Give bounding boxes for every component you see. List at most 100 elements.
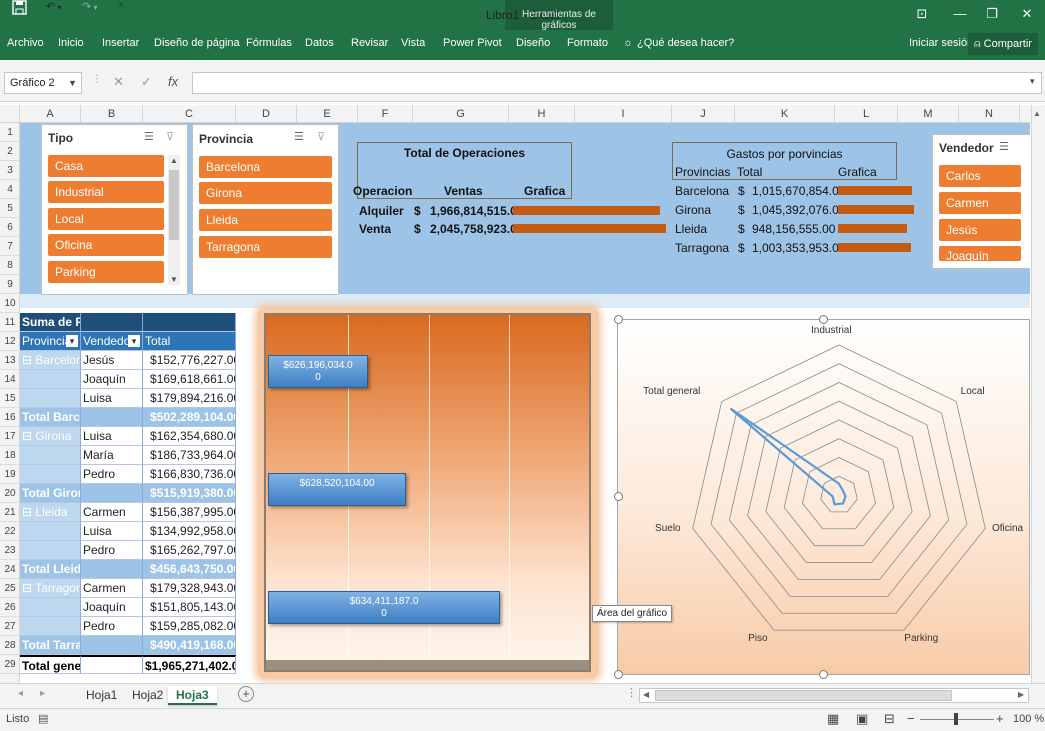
undo-icon[interactable]: ↶ ▾ <box>46 0 61 13</box>
pivot-header[interactable]: Vendedor ▾ <box>81 332 143 351</box>
pivot-vendedor[interactable]: Luisa <box>81 427 143 446</box>
insert-function-icon[interactable]: fx <box>168 74 178 89</box>
macro-record-icon[interactable]: ▤ <box>38 712 48 725</box>
normal-view-icon[interactable]: ▦ <box>827 711 839 727</box>
slicer-item[interactable]: Casa <box>48 155 164 177</box>
resize-handle[interactable] <box>819 315 828 324</box>
pivot-vendedor[interactable]: Pedro <box>81 465 143 484</box>
tab-power-pivot[interactable]: Power Pivot <box>443 37 502 49</box>
tab-diseno-pagina[interactable]: Diseño de página <box>154 37 240 49</box>
slicer-item[interactable]: Local <box>48 208 164 230</box>
enter-icon[interactable]: ✓ <box>141 74 152 90</box>
sign-in-link[interactable]: Iniciar sesión <box>909 37 973 49</box>
page-layout-icon[interactable]: ▣ <box>856 711 868 727</box>
sheet-tab-hoja2[interactable]: Hoja2 <box>124 686 171 705</box>
tab-insertar[interactable]: Insertar <box>102 37 139 49</box>
save-icon[interactable] <box>12 0 27 18</box>
slicer-item[interactable]: Carlos <box>939 165 1021 187</box>
resize-handle[interactable] <box>614 670 623 679</box>
pivot-provincia[interactable]: Total Tarragona <box>20 636 81 655</box>
pivot-vendedor[interactable] <box>81 655 143 674</box>
col-header[interactable]: B <box>81 105 143 123</box>
close-icon[interactable]: ✕ <box>1017 6 1037 22</box>
formula-input[interactable] <box>192 72 1042 94</box>
col-header[interactable]: G <box>413 105 509 123</box>
resize-handle[interactable] <box>614 492 623 501</box>
col-header[interactable]: F <box>358 105 413 123</box>
pivot-provincia[interactable] <box>20 465 81 484</box>
slicer-item[interactable]: Jesús <box>939 219 1021 241</box>
scroll-up-icon[interactable]: ▲ <box>170 156 178 165</box>
zoom-in-icon[interactable]: + <box>996 711 1004 726</box>
slicer-item[interactable]: Barcelona <box>199 156 332 178</box>
pivot-provincia[interactable] <box>20 389 81 408</box>
row-header[interactable]: 1 <box>0 123 20 142</box>
pivot-vendedor[interactable]: Luisa <box>81 522 143 541</box>
clear-filter-icon[interactable]: ⊽ <box>317 130 333 143</box>
col-header[interactable]: I <box>575 105 672 123</box>
minimize-icon[interactable]: — <box>950 6 970 21</box>
col-header[interactable]: K <box>735 105 835 123</box>
row-header[interactable]: 14 <box>0 370 20 389</box>
tab-diseno[interactable]: Diseño <box>516 37 550 49</box>
row-header[interactable]: 9 <box>0 275 20 294</box>
row-header[interactable]: 28 <box>0 636 20 655</box>
pivot-vendedor[interactable]: Pedro <box>81 541 143 560</box>
pivot-provincia[interactable]: Total Barcelona <box>20 408 81 427</box>
tab-inicio[interactable]: Inicio <box>58 37 84 49</box>
row-header[interactable]: 26 <box>0 598 20 617</box>
pivot-provincia[interactable]: Total Lleida <box>20 560 81 579</box>
redo-icon[interactable]: ↷ ▾ <box>82 0 97 13</box>
row-header[interactable]: 5 <box>0 199 20 218</box>
sheet-tab-hoja3[interactable]: Hoja3 <box>168 686 217 705</box>
pivot-provincia[interactable]: ⊟ Barcelona <box>20 351 81 370</box>
row-header[interactable]: 20 <box>0 484 20 503</box>
col-header[interactable]: C <box>143 105 236 123</box>
pivot-provincia[interactable] <box>20 446 81 465</box>
resize-handle[interactable] <box>614 315 623 324</box>
pivot-provincia[interactable] <box>20 617 81 636</box>
row-header[interactable]: 29 <box>0 655 20 674</box>
pivot-vendedor[interactable]: Carmen <box>81 503 143 522</box>
pivot-vendedor[interactable]: Pedro <box>81 617 143 636</box>
customize-toolbar-icon[interactable]: ⩡ <box>118 0 124 11</box>
row-header[interactable]: 25 <box>0 579 20 598</box>
tab-vista[interactable]: Vista <box>401 37 425 49</box>
pivot-vendedor[interactable] <box>81 560 143 579</box>
tab-datos[interactable]: Datos <box>305 37 334 49</box>
chevron-down-icon[interactable]: ▼ <box>68 72 77 94</box>
row-header[interactable]: 3 <box>0 161 20 180</box>
select-all[interactable] <box>0 105 20 123</box>
row-header[interactable]: 18 <box>0 446 20 465</box>
row-header[interactable]: 12 <box>0 332 20 351</box>
cancel-icon[interactable]: ✕ <box>113 74 124 90</box>
slicer-item[interactable]: Joaquín <box>939 246 1021 261</box>
tab-revisar[interactable]: Revisar <box>351 37 388 49</box>
expand-formula-icon[interactable]: ▾ <box>1030 76 1035 87</box>
row-header[interactable]: 22 <box>0 522 20 541</box>
pivot-vendedor[interactable]: Jesús <box>81 351 143 370</box>
row-header[interactable]: 10 <box>0 294 20 313</box>
row-header[interactable]: 11 <box>0 313 20 332</box>
tab-formato[interactable]: Formato <box>567 37 608 49</box>
pivot-provincia[interactable]: Total Girona <box>20 484 81 503</box>
page-break-icon[interactable]: ⊟ <box>884 711 895 727</box>
row-header[interactable]: 27 <box>0 617 20 636</box>
row-header[interactable]: 16 <box>0 408 20 427</box>
col-header[interactable]: D <box>236 105 297 123</box>
col-header[interactable]: A <box>20 105 81 123</box>
col-header[interactable]: H <box>509 105 575 123</box>
slicer-item[interactable]: Lleida <box>199 209 332 231</box>
next-sheet-icon[interactable]: ▸ <box>40 688 45 699</box>
pivot-vendedor[interactable]: Joaquín <box>81 598 143 617</box>
col-header[interactable]: L <box>835 105 898 123</box>
share-button[interactable]: ⍝ Compartir <box>968 33 1038 55</box>
row-header[interactable]: 7 <box>0 237 20 256</box>
tab-archivo[interactable]: Archivo <box>7 37 44 49</box>
col-header[interactable]: N <box>959 105 1020 123</box>
col-header[interactable]: E <box>297 105 358 123</box>
pivot-provincia[interactable] <box>20 541 81 560</box>
multiselect-icon[interactable]: ☰ <box>999 140 1017 153</box>
row-header[interactable]: 13 <box>0 351 20 370</box>
pivot-vendedor[interactable]: Joaquín <box>81 370 143 389</box>
